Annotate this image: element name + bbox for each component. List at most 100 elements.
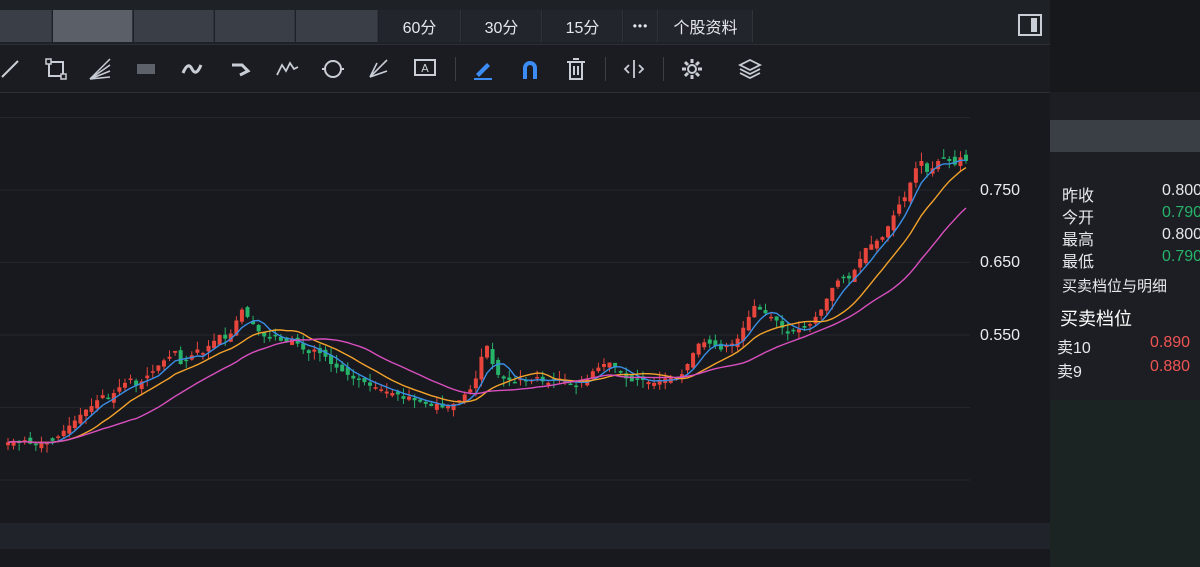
layers-icon[interactable] xyxy=(738,57,762,81)
candle xyxy=(128,374,133,384)
magnet-icon[interactable] xyxy=(518,57,542,81)
candle xyxy=(769,312,774,322)
more-periods-button[interactable]: ••• xyxy=(624,10,658,42)
fan-tool-icon[interactable] xyxy=(88,57,112,81)
candle xyxy=(913,161,918,188)
sell-level-label: 卖9 xyxy=(1057,364,1082,381)
tab-blurred-5[interactable] xyxy=(296,10,378,42)
candle xyxy=(22,436,27,445)
candle xyxy=(741,320,746,348)
candle xyxy=(941,149,946,159)
toolbar-divider xyxy=(455,57,456,81)
tab-blurred-2[interactable] xyxy=(53,10,133,42)
tab-blurred-3[interactable] xyxy=(134,10,214,42)
candle xyxy=(574,382,579,395)
candle xyxy=(652,377,657,390)
candle xyxy=(329,348,334,372)
candle xyxy=(685,363,690,374)
candle xyxy=(262,332,267,344)
sell-level-price: 0.890 xyxy=(1150,334,1191,351)
volume-divider xyxy=(0,523,1050,549)
candle xyxy=(808,322,813,333)
candle xyxy=(964,149,968,164)
candle xyxy=(485,345,489,360)
text-note-icon[interactable]: A xyxy=(413,57,437,81)
candle xyxy=(306,349,311,361)
ma5-line xyxy=(7,159,966,444)
fit-width-icon[interactable] xyxy=(622,57,646,81)
candle xyxy=(869,235,874,250)
candle xyxy=(947,156,952,169)
candle xyxy=(195,341,200,356)
candle xyxy=(356,374,361,388)
candle xyxy=(752,299,757,318)
wave-tool-icon[interactable] xyxy=(180,57,204,81)
quote-row-high: 最高 0.800 xyxy=(1062,226,1200,249)
y-tick-label: 0.550 xyxy=(980,327,1021,344)
sell-level-label: 卖10 xyxy=(1057,340,1091,357)
candle xyxy=(117,378,122,395)
zigzag-tool-icon[interactable] xyxy=(275,57,299,81)
candle xyxy=(746,310,751,332)
y-tick-label: 0.650 xyxy=(980,254,1021,271)
period-tab-bar: 60分 30分 15分 ••• 个股资料 xyxy=(0,0,1050,45)
candle xyxy=(902,191,907,208)
candle xyxy=(217,334,222,346)
arrow-tool-icon[interactable] xyxy=(228,57,252,81)
candle xyxy=(863,247,868,265)
order-book-detail-title[interactable]: 买卖档位与明细 xyxy=(1062,275,1167,296)
sell-level-price: 0.880 xyxy=(1150,358,1191,375)
kline-chart[interactable]: 0.750 0.650 0.550 xyxy=(0,93,1050,567)
quote-panel: 昨收 0.800 今开 0.790 最高 0.800 最低 0.790 买卖档位… xyxy=(1050,0,1200,567)
tab-15min[interactable]: 15分 xyxy=(543,10,623,42)
tab-30min[interactable]: 30分 xyxy=(462,10,542,42)
candle xyxy=(691,351,696,369)
candle xyxy=(835,278,840,289)
pattern-tool-icon[interactable] xyxy=(134,57,158,81)
tab-60min[interactable]: 60分 xyxy=(379,10,461,42)
candle xyxy=(6,438,10,451)
ma10-line xyxy=(7,167,967,444)
candle xyxy=(507,370,512,387)
quote-panel-header xyxy=(1050,0,1200,92)
y-tick-label: 0.750 xyxy=(980,182,1021,199)
candle xyxy=(707,335,712,349)
pen-highlight-icon[interactable] xyxy=(471,57,495,81)
candle xyxy=(189,351,194,361)
drawing-toolbar: A xyxy=(0,45,1050,93)
settings-icon[interactable] xyxy=(680,57,704,81)
candle xyxy=(145,367,150,387)
fork-tool-icon[interactable] xyxy=(367,57,391,81)
candle xyxy=(100,389,105,400)
candle xyxy=(245,305,250,319)
line-tool-icon[interactable] xyxy=(0,57,24,81)
candle xyxy=(440,395,445,409)
tab-blurred-4[interactable] xyxy=(215,10,295,42)
cycle-tool-icon[interactable] xyxy=(321,57,345,81)
tab-blurred-1[interactable] xyxy=(0,10,52,42)
candle xyxy=(696,342,701,358)
candle xyxy=(156,365,161,374)
svg-text:A: A xyxy=(421,62,429,75)
candle xyxy=(774,316,779,328)
candle xyxy=(501,375,506,387)
candle xyxy=(122,378,127,392)
candle xyxy=(730,339,735,354)
trash-icon[interactable] xyxy=(564,57,588,81)
candle xyxy=(613,362,618,374)
rectangle-tool-icon[interactable] xyxy=(44,57,68,81)
candle xyxy=(791,327,796,334)
candle xyxy=(50,437,55,445)
tab-stock-profile[interactable]: 个股资料 xyxy=(659,10,753,42)
candle xyxy=(56,434,61,441)
candle xyxy=(757,304,762,310)
candle xyxy=(317,343,322,362)
candle xyxy=(178,346,183,365)
kline-chart-canvas xyxy=(0,117,1050,549)
candle xyxy=(952,150,957,167)
candle xyxy=(239,307,244,325)
candle xyxy=(161,358,166,371)
quote-row-open: 今开 0.790 xyxy=(1062,204,1200,227)
quote-row-low: 最低 0.790 xyxy=(1062,248,1200,271)
layout-toggle-icon[interactable] xyxy=(1018,14,1042,36)
